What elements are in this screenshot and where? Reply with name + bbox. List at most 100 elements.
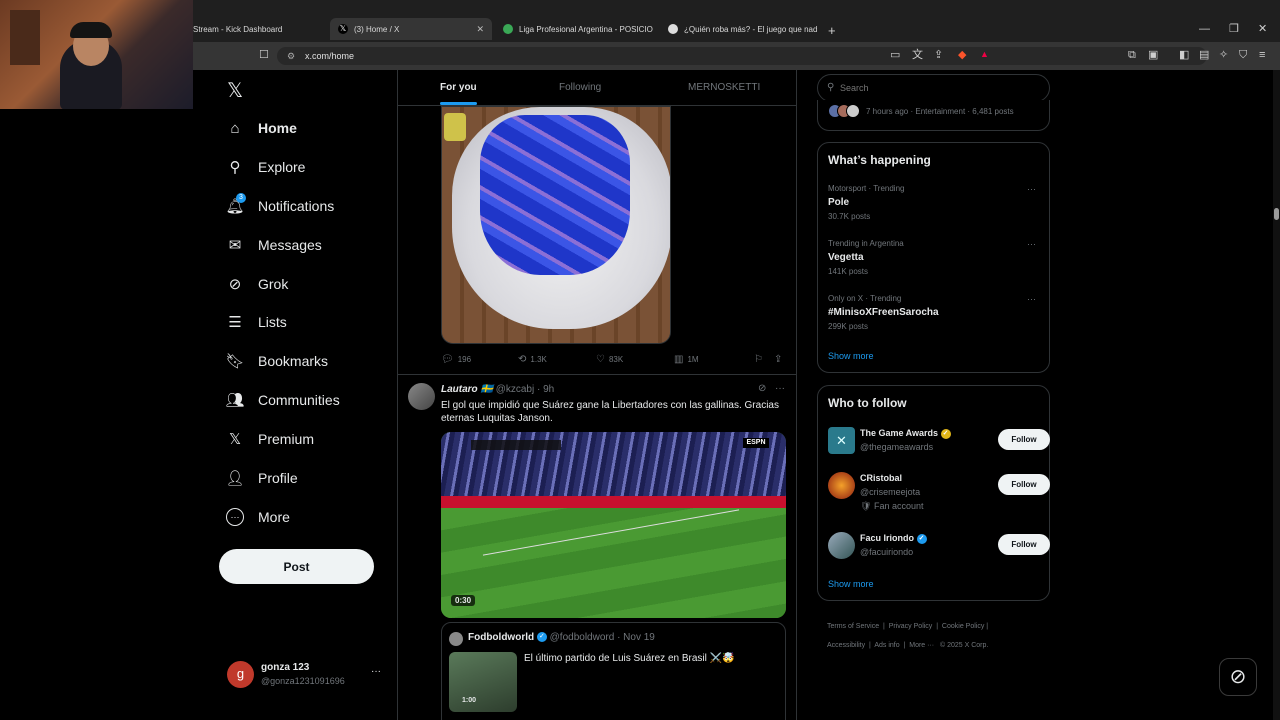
trend-name: Vegetta bbox=[828, 252, 864, 263]
nav-label: Premium bbox=[258, 431, 315, 447]
close-window-icon[interactable]: ✕ bbox=[1258, 24, 1267, 35]
nav-lists[interactable]: ☰ Lists bbox=[226, 309, 287, 335]
tab-mernosketti[interactable]: MERNOSKETTI bbox=[688, 82, 760, 93]
x-logo-icon[interactable]: 𝕏 bbox=[227, 78, 243, 103]
nav-explore[interactable]: ⚲ Explore bbox=[226, 154, 306, 180]
follow-button[interactable]: Follow bbox=[998, 429, 1050, 450]
account-more-icon[interactable]: ··· bbox=[371, 666, 381, 677]
post-author[interactable]: Lautaro 🇸🇪 bbox=[441, 384, 493, 395]
browser-tab-x-home[interactable]: 𝕏 (3) Home / X ✕ bbox=[330, 18, 492, 40]
grok-float-button[interactable]: ⊘ bbox=[1219, 658, 1257, 696]
tab-title: Stream - Kick Dashboard bbox=[193, 24, 283, 34]
post-more-icon[interactable]: ··· bbox=[775, 383, 785, 394]
cast-icon[interactable]: ▭ bbox=[890, 50, 900, 61]
like-button[interactable]: ♡ 83K bbox=[596, 354, 623, 365]
cookie-link[interactable]: Cookie Policy bbox=[942, 623, 984, 630]
share-icon[interactable]: ⇪ bbox=[934, 50, 943, 61]
trend-more-icon[interactable]: ··· bbox=[1027, 184, 1036, 194]
more-link[interactable]: More ··· bbox=[909, 642, 934, 649]
new-tab-button[interactable]: + bbox=[828, 24, 836, 37]
browser-tab-kick[interactable]: Stream - Kick Dashboard bbox=[185, 18, 325, 40]
brave-rewards-icon[interactable]: ▲ bbox=[980, 50, 989, 59]
account-switcher[interactable]: g gonza 123 @gonza1231091696 ··· bbox=[227, 660, 387, 690]
sidebar-icon[interactable]: ◧ bbox=[1179, 50, 1189, 61]
wallet-icon[interactable]: ▤ bbox=[1199, 50, 1209, 61]
x-icon: 𝕏 bbox=[228, 431, 242, 448]
grok-post-icon[interactable]: ⊘ bbox=[758, 383, 766, 394]
quoted-post[interactable]: Fodboldworld ✓ @fodboldword · Nov 19 1:0… bbox=[441, 622, 786, 720]
follow-button[interactable]: Follow bbox=[998, 534, 1050, 555]
suggestion-handle: @facuiriondo bbox=[860, 547, 914, 557]
nav-premium[interactable]: 𝕏 Premium bbox=[226, 426, 314, 452]
views-icon: ▥ bbox=[674, 354, 684, 365]
divider bbox=[398, 374, 796, 375]
browser-tab-quien-roba[interactable]: ¿Quién roba más? - El juego que nad bbox=[660, 18, 820, 40]
tab-for-you[interactable]: For you bbox=[440, 82, 477, 105]
suggestion-badge: 🛡︎ Fan account bbox=[860, 501, 923, 512]
trend-item[interactable]: Motorsport · Trending Pole 30.7K posts ·… bbox=[828, 184, 1040, 224]
extensions-icon[interactable]: ⧉ bbox=[1128, 50, 1136, 61]
browser-tab-liga[interactable]: Liga Profesional Argentina - POSICIO bbox=[495, 18, 660, 40]
nav-bookmarks[interactable]: 🔖︎ Bookmarks bbox=[225, 348, 328, 374]
nav-profile[interactable]: 👤︎ Profile bbox=[225, 465, 297, 491]
nav-more[interactable]: ⋯ More bbox=[226, 504, 290, 530]
show-more-link[interactable]: Show more bbox=[828, 351, 874, 361]
bookmark-page-icon[interactable]: ☐ bbox=[259, 50, 269, 61]
share-icon: ⇪ bbox=[774, 354, 783, 365]
page-scrollbar[interactable] bbox=[1273, 70, 1280, 720]
post-handle[interactable]: @kzcabj bbox=[496, 384, 535, 395]
trend-item[interactable]: Only on X · Trending #MinisoXFreenSaroch… bbox=[828, 294, 1040, 334]
reply-button[interactable]: 💬︎ 196 bbox=[441, 354, 471, 365]
post-image[interactable] bbox=[441, 106, 671, 344]
nav-messages[interactable]: ✉ Messages bbox=[226, 232, 322, 258]
nav-home[interactable]: ⌂ Home bbox=[226, 115, 296, 141]
search-icon: ⚲ bbox=[229, 159, 241, 176]
trend-item[interactable]: Trending in Argentina Vegetta 141K posts… bbox=[828, 239, 1040, 279]
follow-button[interactable]: Follow bbox=[998, 474, 1050, 495]
follow-suggestion[interactable]: CRistobal @crisemeejota 🛡︎ Fan account F… bbox=[828, 470, 1050, 514]
views-button[interactable]: ▥ 1M bbox=[674, 354, 699, 365]
timeline-tabs: For you Following MERNOSKETTI bbox=[398, 70, 796, 106]
nav-label: Notifications bbox=[258, 198, 335, 214]
menu-icon[interactable]: ≡ bbox=[1259, 50, 1265, 61]
brave-shield-icon[interactable]: ◆ bbox=[958, 50, 966, 61]
tab-following[interactable]: Following bbox=[559, 82, 601, 93]
search-input[interactable] bbox=[840, 81, 1040, 95]
share-post-button[interactable]: ⇪ bbox=[774, 354, 782, 365]
nav-communities[interactable]: 👥︎ Communities bbox=[225, 387, 339, 413]
scrollbar-thumb[interactable] bbox=[1274, 208, 1279, 220]
site-info-icon[interactable]: ⚙ bbox=[287, 47, 295, 65]
nav-grok[interactable]: ⊘ Grok bbox=[226, 271, 289, 297]
suggestion-handle: @crisemeejota bbox=[860, 487, 921, 497]
follow-suggestion[interactable]: Facu Iriondo ✓ @facuiriondo Follow bbox=[828, 530, 1050, 564]
nav-label: Grok bbox=[258, 276, 289, 292]
vpn-icon[interactable]: ⛉ bbox=[1239, 50, 1247, 61]
bookmark-post-button[interactable]: ⚐ bbox=[754, 354, 763, 365]
tab-title: Liga Profesional Argentina - POSICIO bbox=[519, 24, 653, 34]
maximize-icon[interactable]: ❐ bbox=[1229, 24, 1239, 35]
screenshot-icon[interactable]: ▣ bbox=[1148, 50, 1158, 61]
nav-notifications[interactable]: 🔔︎ 3 Notifications bbox=[225, 193, 335, 219]
address-bar[interactable]: ⚙ x.com/home bbox=[277, 47, 1207, 65]
trend-meta: Motorsport · Trending bbox=[828, 184, 905, 193]
privacy-link[interactable]: Privacy Policy bbox=[889, 623, 933, 630]
leo-ai-icon[interactable]: ✧ bbox=[1219, 50, 1228, 61]
search-box[interactable]: ⚲ bbox=[817, 74, 1050, 102]
ads-info-link[interactable]: Ads info bbox=[874, 642, 899, 649]
close-tab-icon[interactable]: ✕ bbox=[476, 24, 484, 35]
terms-link[interactable]: Terms of Service bbox=[827, 623, 879, 630]
follow-suggestion[interactable]: ✕ The Game Awards ✓ @thegameawards Follo… bbox=[828, 425, 1050, 459]
x-favicon-icon: 𝕏 bbox=[338, 24, 348, 34]
list-icon: ☰ bbox=[228, 314, 242, 331]
trend-more-icon[interactable]: ··· bbox=[1027, 239, 1036, 249]
post-video[interactable]: ESPN 0:30 bbox=[441, 432, 786, 618]
trend-more-icon[interactable]: ··· bbox=[1027, 294, 1036, 304]
avatar[interactable] bbox=[408, 383, 435, 410]
repost-button[interactable]: ⟲ 1.3K bbox=[518, 354, 547, 365]
post-time[interactable]: · 9h bbox=[537, 384, 554, 395]
accessibility-link[interactable]: Accessibility bbox=[827, 642, 865, 649]
show-more-link[interactable]: Show more bbox=[828, 579, 874, 589]
translate-icon[interactable]: 文 bbox=[912, 50, 923, 61]
post-button[interactable]: Post bbox=[219, 549, 374, 584]
minimize-icon[interactable]: — bbox=[1199, 24, 1210, 35]
